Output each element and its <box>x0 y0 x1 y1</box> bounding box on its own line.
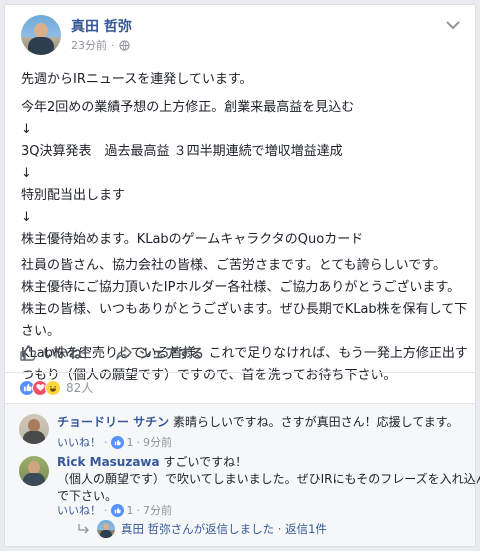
post-line: 先週からIRニュースを連発しています。 <box>21 72 253 87</box>
comment-like-count[interactable]: 1 <box>127 504 134 517</box>
commenter-name[interactable]: Rick Masuzawa <box>57 455 160 469</box>
commenter-avatar[interactable] <box>19 456 49 486</box>
comment-like-link[interactable]: いいね！ <box>57 502 101 518</box>
post-card: 真田 哲弥 23分前 · 先週からIRニュースを連発しています。 今年2回めの業… <box>4 4 480 547</box>
post-line: ↓ <box>21 166 32 181</box>
post-header: 真田 哲弥 23分前 · <box>21 15 461 57</box>
post-line: ↓ <box>21 210 32 225</box>
post-line: 株主優待始めます。KLabのゲームキャラクタのQuoカード <box>21 232 364 247</box>
action-bar: いいね！ シェアする <box>5 333 475 373</box>
commenter-name[interactable]: チョードリー サチン <box>57 415 169 429</box>
author-name[interactable]: 真田 哲弥 <box>71 16 132 36</box>
haha-reaction-icon <box>45 379 61 396</box>
comment-text: すごいですね！ <box>163 455 248 469</box>
post-line: ↓ <box>21 122 32 137</box>
comment-time[interactable]: 7分前 <box>143 502 172 518</box>
author-avatar[interactable] <box>21 15 61 55</box>
commenter-avatar[interactable] <box>19 414 49 444</box>
chevron-down-icon[interactable] <box>445 19 461 31</box>
globe-icon[interactable] <box>118 39 130 51</box>
comment-meta: いいね！ · 1 · 7分前 <box>57 502 172 518</box>
comment-meta: いいね！ · 1 · 9分前 <box>57 434 172 450</box>
post-line: 今年2回めの業績予想の上方修正。創業来最高益を見込む <box>21 100 355 115</box>
comment-body: チョードリー サチン 素晴らしいですね。さすが真田さん！応援してます。 <box>57 414 459 431</box>
meta-separator: · <box>111 38 115 52</box>
post-line: 社員の皆さん、協力会社の皆様、ご苦労さまです。とても誇らしいです。 <box>21 258 446 273</box>
comment-text: 素晴らしいですね。さすが真田さん！応援してます。 <box>173 415 459 429</box>
comment-time[interactable]: 9分前 <box>143 434 172 450</box>
like-button[interactable]: いいね！ <box>19 343 95 362</box>
share-button[interactable]: シェアする <box>115 343 204 362</box>
comment-text: で下さい。 <box>57 489 118 503</box>
reactions-summary[interactable]: 82人 <box>19 379 93 396</box>
view-replies-link[interactable]: 真田 哲弥さんが返信しました · 返信1件 <box>77 520 327 538</box>
post-line: 3Q決算発表 過去最高益 ３四半期連続で増収増益達成 <box>21 144 343 159</box>
comment-like-count[interactable]: 1 <box>127 436 134 449</box>
post-time[interactable]: 23分前 <box>71 37 107 53</box>
comment-text: （個人の願望です）で吹いてしまいました。ぜひIRにもそのフレーズを入れ込ん <box>57 472 480 486</box>
post-line: 特別配当出します <box>21 188 126 203</box>
thumbs-up-icon <box>110 435 124 449</box>
comment-body: Rick Masuzawa すごいですね！ （個人の願望です）で吹いてしまいまし… <box>57 454 480 505</box>
post-line: 株主の皆様、いつもありがとうございます。ぜひ長期でKLab株を保有して下 <box>21 302 468 317</box>
share-arrow-icon <box>116 345 132 360</box>
reaction-count[interactable]: 82人 <box>66 379 93 396</box>
comment-like-link[interactable]: いいね！ <box>57 434 101 450</box>
post-line: 株主優待にご協力頂いたIPホルダー各社様、ご協力ありがとうございます。 <box>21 280 461 295</box>
reply-arrow-icon <box>78 524 89 534</box>
thumbs-up-icon <box>20 344 37 361</box>
comments-section: チョードリー サチン 素晴らしいですね。さすが真田さん！応援してます。 いいね！… <box>5 403 480 546</box>
replier-avatar <box>97 520 115 538</box>
reply-text: 真田 哲弥さんが返信しました · 返信1件 <box>121 522 327 536</box>
like-label: いいね！ <box>43 347 96 362</box>
post-meta: 23分前 · <box>71 37 130 53</box>
share-label: シェアする <box>139 347 205 362</box>
thumbs-up-icon <box>110 503 124 517</box>
